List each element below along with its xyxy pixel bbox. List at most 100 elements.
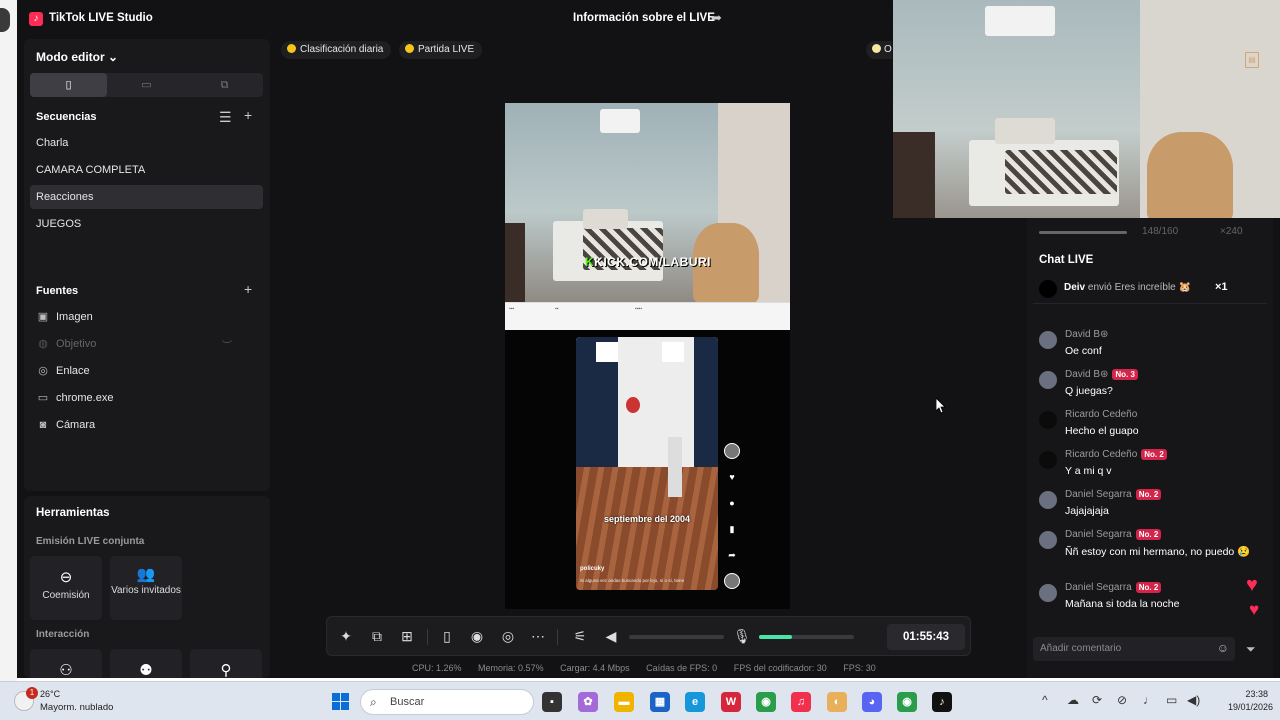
camera-pip-overlay[interactable]: ▤ (893, 0, 1280, 218)
source-item-image[interactable]: ▣ Imagen (36, 309, 93, 325)
phone-icon[interactable]: ▯ (438, 628, 456, 645)
sequence-item[interactable]: JUEGOS (30, 212, 263, 236)
add-source-button[interactable]: + (244, 281, 252, 297)
chat-username[interactable]: Ricardo Cedeño No. 2 (1065, 449, 1167, 460)
avatar[interactable] (1039, 411, 1057, 429)
document-icon: ▤ (1245, 52, 1259, 68)
microphone-tray-icon[interactable]: ♩ (1143, 693, 1155, 707)
search-placeholder: Buscar (390, 696, 425, 708)
cohost-button[interactable]: ⊖ Coemisión (30, 556, 102, 620)
interaction-tool-1[interactable]: ⚇ (30, 649, 102, 678)
avatar[interactable] (1039, 584, 1057, 602)
source-item-camera[interactable]: ◙ Cámara (36, 417, 95, 433)
taskbar-clock[interactable]: 23:38 19/01/2026 (1228, 688, 1273, 714)
chat-username[interactable]: Daniel Segarra No. 2 (1065, 582, 1162, 593)
edge-icon[interactable]: e (685, 692, 705, 712)
browser-taskbar-capture: ▪▪▪ ▪▪ ▪▪▪▪ (505, 302, 790, 330)
chevron-up-icon[interactable]: ^ (1042, 693, 1048, 707)
chat-username[interactable]: Ricardo Cedeño (1065, 409, 1137, 420)
app-icon[interactable]: ◐ (827, 692, 847, 712)
extra-chip[interactable]: O (866, 41, 892, 59)
cpu-stat: CPU: 1.26% (412, 663, 462, 673)
eye-off-icon[interactable]: ⊘ (1117, 693, 1127, 707)
dual-orientation-button[interactable]: ⧉ (186, 73, 263, 97)
editor-mode-dropdown[interactable]: Modo editor ⌄ (36, 50, 118, 64)
task-view-icon[interactable]: ▪ (542, 692, 562, 712)
live-info-title[interactable]: Información sobre el LIVE (573, 12, 715, 24)
app-tray-icon[interactable]: ⟳ (1092, 693, 1102, 707)
source-item-window[interactable]: ▭ chrome.exe (36, 390, 114, 406)
discord-icon[interactable]: ◕ (862, 692, 882, 712)
interaction-tool-3[interactable]: ⚲ (190, 649, 262, 678)
audio-settings-icon[interactable]: ⚟ (571, 628, 589, 645)
vertical-orientation-button[interactable]: ▯ (30, 73, 107, 97)
sequence-item[interactable]: Charla (30, 131, 263, 155)
hidden-eye-icon[interactable]: ︶ (222, 337, 232, 352)
username-text: Ricardo Cedeño (1065, 449, 1138, 460)
avatar[interactable] (1039, 331, 1057, 349)
source-item-target[interactable]: ◍ Objetivo (36, 336, 96, 352)
avatar[interactable] (1039, 491, 1057, 509)
chrome-icon[interactable]: ◉ (756, 692, 776, 712)
weather-widget[interactable]: 1 26°C Mayorm. nublado (14, 687, 124, 717)
microphone-icon[interactable]: 🎙 (733, 628, 751, 645)
avatar[interactable] (1039, 371, 1057, 389)
app-icon[interactable]: W (721, 692, 741, 712)
speaker-icon[interactable]: ◀ (602, 628, 620, 645)
horizontal-orientation-button[interactable]: ▭ (108, 73, 185, 97)
fps-stat: FPS: 30 (843, 663, 876, 673)
music-icon[interactable]: ♫ (791, 692, 811, 712)
source-item-link[interactable]: ◎ Enlace (36, 363, 89, 379)
add-source-icon[interactable]: ⊞ (398, 628, 416, 645)
emoji-icon[interactable]: ☺ (1217, 641, 1229, 655)
copilot-icon[interactable]: ✿ (578, 692, 598, 712)
share-icon[interactable]: ➦ (711, 10, 722, 26)
more-icon[interactable]: ⋯ (529, 628, 547, 645)
tiktok-live-studio-icon[interactable]: ♪ (932, 692, 952, 712)
avatar[interactable] (1039, 451, 1057, 469)
windows-start-icon[interactable] (332, 693, 349, 710)
tiktok-side-icons: ♥ ● ▮ ➦ (724, 443, 740, 599)
magic-wand-icon[interactable]: ✦ (337, 628, 355, 645)
tools-title: Herramientas (36, 507, 110, 519)
layout-icon[interactable]: ⧉ (368, 628, 386, 645)
windows-taskbar: 1 26°C Mayorm. nublado ⌕ Buscar ▪ ✿ ▬ ▦ … (0, 681, 1280, 720)
cloud-tray-icon[interactable]: ☁ (1067, 693, 1079, 707)
chat-message-text: Jajajajaja (1065, 505, 1109, 517)
fps-drop-stat: Caídas de FPS: 0 (646, 663, 718, 673)
interaction-tool-2[interactable]: ⚉ (110, 649, 182, 678)
divider (427, 629, 428, 645)
multi-guest-button[interactable]: 👥 Varios invitados (110, 556, 182, 620)
chrome-profile-icon[interactable]: ◉ (897, 692, 917, 712)
network-icon[interactable]: ▭ (1166, 693, 1177, 707)
chat-username[interactable]: David B⊛ No. 3 (1065, 369, 1138, 380)
sequence-item[interactable]: CAMARA COMPLETA (30, 158, 263, 182)
comment-input[interactable]: Añadir comentario ☺ (1033, 637, 1235, 661)
record-icon[interactable]: ◉ (468, 628, 486, 645)
camera-source[interactable]: KKICK.COM/LABURI (505, 103, 790, 302)
screenshot-icon[interactable]: ◎ (499, 628, 517, 645)
sequence-item-selected[interactable]: Reacciones (30, 185, 263, 209)
mic-slider[interactable] (759, 635, 854, 639)
chat-username[interactable]: Daniel Segarra No. 2 (1065, 529, 1162, 540)
file-explorer-icon[interactable]: ▬ (614, 692, 634, 712)
chat-username[interactable]: Daniel Segarra No. 2 (1065, 489, 1162, 500)
gift-description: envió Eres increíble (1087, 282, 1176, 293)
volume-icon[interactable]: ◀) (1187, 693, 1200, 707)
daily-ranking-chip[interactable]: Clasificación diaria (281, 41, 392, 59)
gift-icon: 🐹 (1178, 282, 1191, 293)
editor-mode-label: Modo editor (36, 50, 105, 64)
chrome-window-source[interactable]: septiembre del 2004 policuky Si alguna v… (576, 337, 718, 590)
add-sequence-button[interactable]: + (244, 107, 252, 123)
rank-badge: No. 2 (1135, 529, 1162, 540)
chat-username[interactable]: David B⊛ (1065, 329, 1108, 340)
person-icon: ⚲ (220, 662, 232, 678)
list-icon[interactable]: ☰ (219, 109, 232, 126)
taskbar-search[interactable]: ⌕ Buscar (360, 689, 534, 715)
stream-preview[interactable]: KKICK.COM/LABURI ▪▪▪ ▪▪ ▪▪▪▪ septiembre … (505, 103, 790, 609)
volume-slider[interactable] (629, 635, 724, 639)
live-match-chip[interactable]: Partida LIVE (399, 41, 483, 59)
avatar[interactable] (1039, 531, 1057, 549)
filter-icon[interactable]: ⏷ (1246, 642, 1256, 657)
store-icon[interactable]: ▦ (650, 692, 670, 712)
